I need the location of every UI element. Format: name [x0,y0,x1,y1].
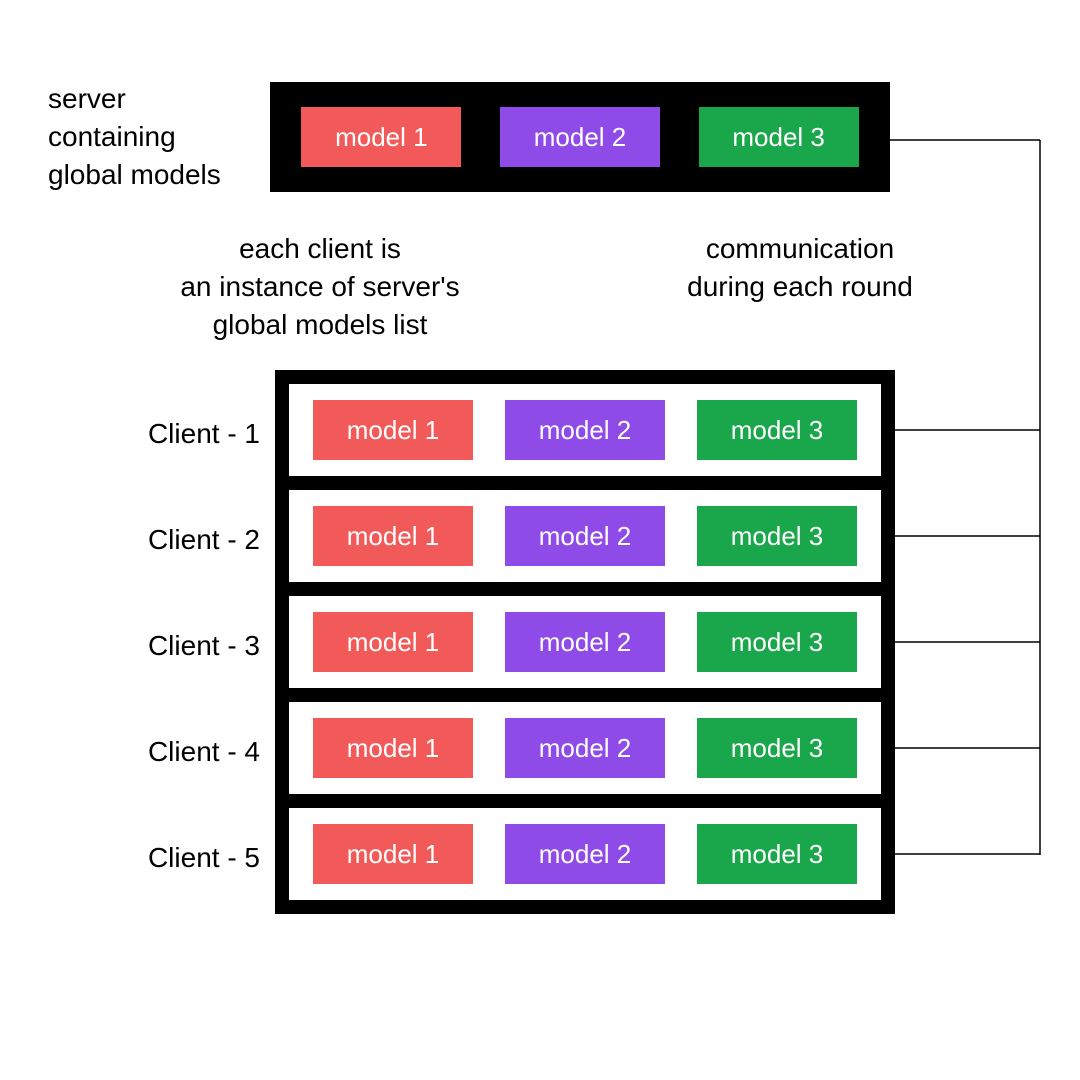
server-model-1: model 1 [301,107,461,167]
server-box: model 1 model 2 model 3 [270,82,890,192]
client1-model-3: model 3 [697,400,857,460]
client4-model-3: model 3 [697,718,857,778]
client-2-label: Client - 2 [110,521,260,559]
client1-model-1: model 1 [313,400,473,460]
client-row-4: model 1 model 2 model 3 [289,702,881,794]
client2-model-2: model 2 [505,506,665,566]
client-row-5: model 1 model 2 model 3 [289,808,881,900]
client-row-3: model 1 model 2 model 3 [289,596,881,688]
server-model-3: model 3 [699,107,859,167]
client4-model-2: model 2 [505,718,665,778]
client2-model-1: model 1 [313,506,473,566]
client3-model-1: model 1 [313,612,473,672]
client1-model-2: model 2 [505,400,665,460]
client5-model-2: model 2 [505,824,665,884]
server-model-2: model 2 [500,107,660,167]
client-3-label: Client - 3 [110,627,260,665]
client5-model-1: model 1 [313,824,473,884]
server-label: server containing global models [48,80,221,193]
client2-model-3: model 3 [697,506,857,566]
client-4-label: Client - 4 [110,733,260,771]
client-instances-label: each client is an instance of server's g… [130,230,510,343]
client-1-label: Client - 1 [110,415,260,453]
client-5-label: Client - 5 [110,839,260,877]
clients-container: model 1 model 2 model 3 model 1 model 2 … [275,370,895,914]
client3-model-2: model 2 [505,612,665,672]
client-row-2: model 1 model 2 model 3 [289,490,881,582]
client-row-1: model 1 model 2 model 3 [289,384,881,476]
client3-model-3: model 3 [697,612,857,672]
client5-model-3: model 3 [697,824,857,884]
communication-label: communication during each round [620,230,980,306]
client4-model-1: model 1 [313,718,473,778]
